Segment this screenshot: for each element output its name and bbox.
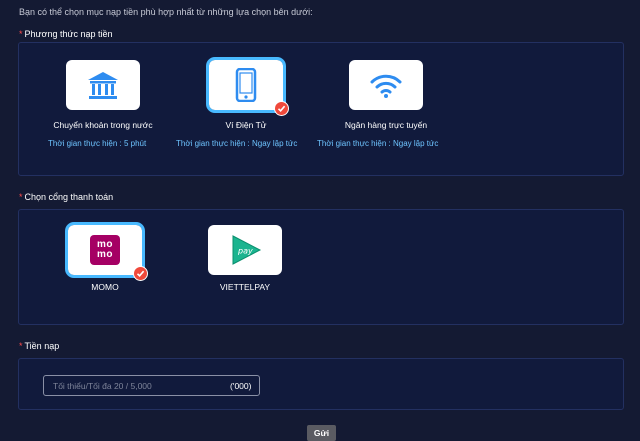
- mobile-phone-icon: [235, 68, 257, 102]
- method-option-label: Ví Điện Tử: [225, 120, 267, 130]
- method-section-title: Phương thức nạp tiền: [24, 29, 113, 39]
- momo-logo: mo mo: [90, 235, 120, 265]
- method-option-e-wallet[interactable]: [206, 57, 289, 116]
- wifi-icon: [370, 74, 402, 98]
- gateway-option-label: VIETTELPAY: [219, 282, 271, 292]
- selected-check-icon: [133, 266, 148, 281]
- method-option-online-banking[interactable]: [349, 60, 423, 110]
- selected-check-icon: [274, 101, 289, 116]
- method-option-bank-transfer[interactable]: [66, 60, 140, 110]
- gateway-option-viettelpay[interactable]: pay: [208, 225, 282, 275]
- gateway-section-label: * Chọn cổng thanh toán: [19, 192, 113, 202]
- method-option-time: Thời gian thực hiện : Ngay lập tức: [176, 139, 298, 148]
- gateway-panel: mo mo MOMO pay VIETTELPAY: [18, 209, 624, 325]
- required-marker: *: [19, 192, 23, 202]
- gateway-option-momo[interactable]: mo mo: [65, 222, 148, 281]
- intro-text: Bạn có thể chọn mục nạp tiền phù hợp nhấ…: [19, 7, 313, 17]
- method-option-time: Thời gian thực hiện : 5 phút: [48, 139, 147, 148]
- required-marker: *: [19, 341, 23, 351]
- svg-text:pay: pay: [237, 247, 253, 256]
- amount-input[interactable]: [43, 375, 260, 396]
- viettelpay-logo: pay: [232, 235, 262, 265]
- amount-panel: ('000): [18, 358, 624, 410]
- method-panel: Chuyển khoản trong nước Thời gian thực h…: [18, 42, 624, 176]
- gateway-section-title: Chọn cổng thanh toán: [24, 192, 114, 202]
- method-option-label: Chuyển khoản trong nước: [53, 120, 153, 130]
- amount-section-label: * Tiền nạp: [19, 341, 59, 351]
- method-section-label: * Phương thức nạp tiền: [19, 29, 113, 39]
- method-option-time: Thời gian thực hiện : Ngay lập tức: [317, 139, 439, 148]
- amount-unit: ('000): [230, 381, 252, 391]
- gateway-option-label: MOMO: [91, 282, 119, 292]
- amount-section-title: Tiền nạp: [24, 341, 60, 351]
- bank-icon: [88, 72, 118, 99]
- method-option-label: Ngân hàng trực tuyến: [344, 120, 428, 130]
- submit-button[interactable]: Gửi: [307, 425, 336, 441]
- required-marker: *: [19, 29, 23, 39]
